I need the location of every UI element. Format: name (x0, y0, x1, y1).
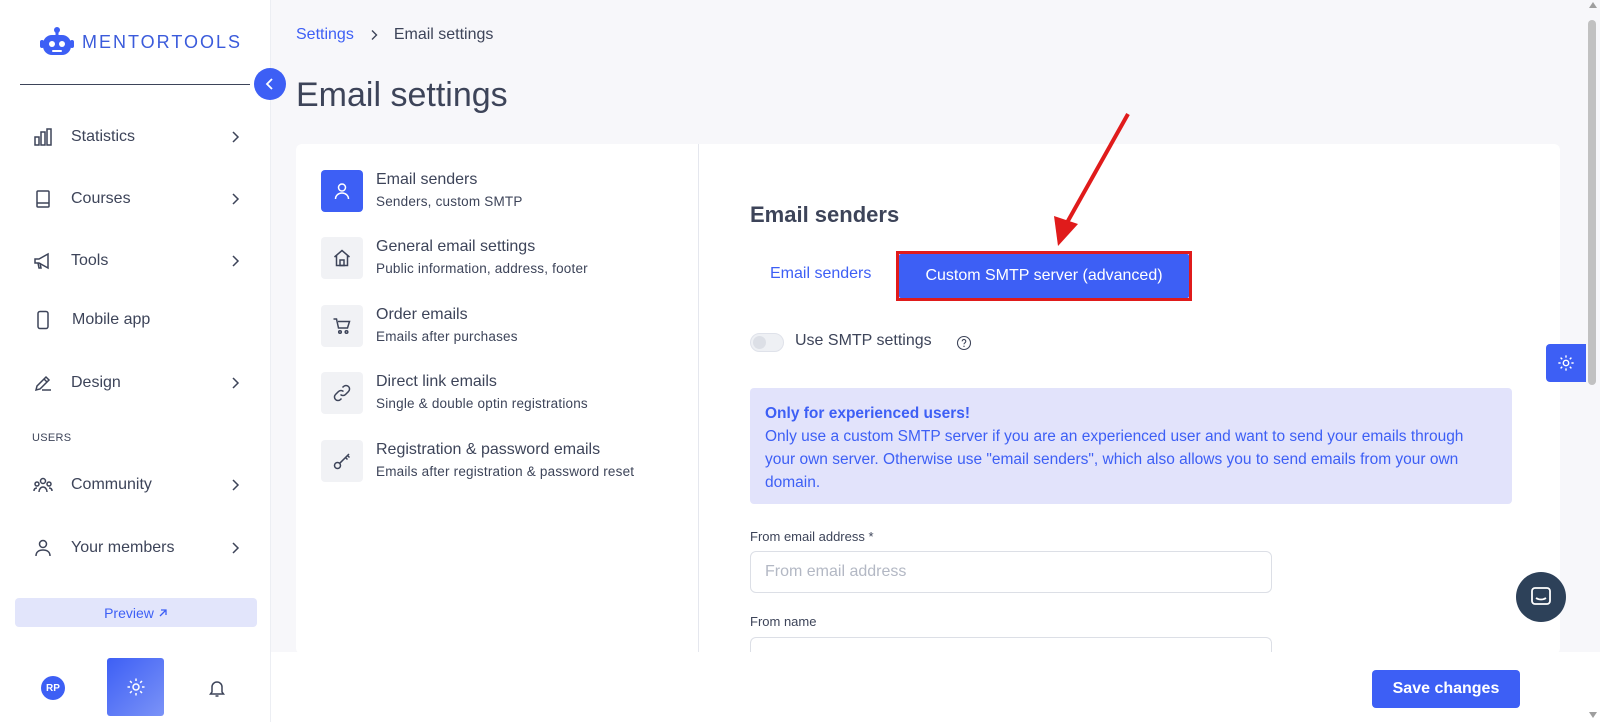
save-button[interactable]: Save changes (1372, 670, 1520, 708)
experienced-users-notice: Only for experienced users! Only use a c… (750, 388, 1512, 504)
avatar[interactable]: RP (41, 676, 65, 700)
sidebar-item-label: Statistics (71, 128, 136, 145)
gear-icon (127, 678, 144, 696)
help-icon[interactable] (956, 335, 972, 351)
settings-menu-general-email[interactable]: General email settings Public informatio… (321, 237, 691, 281)
sidebar-item-statistics[interactable]: Statistics (32, 121, 242, 153)
chevron-right-icon (232, 131, 240, 143)
settings-button[interactable] (107, 658, 164, 716)
link-icon (321, 372, 363, 414)
sidebar-item-community[interactable]: Community (32, 469, 242, 501)
chat-icon (1531, 587, 1551, 605)
notice-body: Only use a custom SMTP server if you are… (765, 428, 1464, 491)
floating-settings-button[interactable] (1546, 344, 1586, 382)
group-icon (32, 474, 54, 496)
sidebar-item-mobile-app[interactable]: Mobile app (32, 304, 242, 336)
tab-email-senders[interactable]: Email senders (770, 265, 871, 283)
chevron-left-icon (265, 78, 273, 90)
scroll-up-arrow[interactable] (1589, 2, 1597, 8)
scroll-down-arrow[interactable] (1589, 712, 1597, 718)
page-title: Email settings (296, 76, 508, 114)
pencil-icon (32, 372, 54, 394)
sidebar: MENTORTOOLS Statistics Courses Tools Mob… (0, 0, 271, 722)
menu-title: Order emails (376, 306, 468, 323)
scrollbar-thumb[interactable] (1588, 20, 1596, 385)
menu-subtitle: Public information, address, footer (376, 261, 588, 276)
panel-title: Email senders (750, 202, 900, 227)
bell-icon (209, 681, 225, 697)
menu-title: Direct link emails (376, 373, 497, 390)
annotation-arrow-icon (1054, 113, 1130, 246)
cart-icon (321, 305, 363, 347)
menu-subtitle: Emails after purchases (376, 329, 518, 344)
menu-subtitle: Single & double optin registrations (376, 396, 588, 411)
from-name-label: From name (750, 614, 817, 629)
gear-icon (1558, 355, 1574, 371)
smtp-toggle-label: Use SMTP settings (795, 332, 932, 349)
chevron-right-icon (232, 255, 240, 267)
settings-menu-direct-link-emails[interactable]: Direct link emails Single & double optin… (321, 372, 691, 416)
toggle-knob (753, 336, 766, 349)
key-icon (321, 440, 363, 482)
breadcrumb-current: Email settings (393, 26, 494, 43)
users-section-label: USERS (32, 432, 72, 444)
notifications-button[interactable] (205, 676, 229, 700)
menu-title: Email senders (376, 171, 478, 188)
brand-logo[interactable]: MENTORTOOLS (40, 25, 242, 59)
menu-subtitle: Emails after registration & password res… (376, 464, 635, 479)
brand-name: MENTORTOOLS (82, 31, 243, 52)
sidebar-collapse-button[interactable] (254, 68, 286, 100)
tab-custom-smtp[interactable]: Custom SMTP server (advanced) (899, 254, 1189, 298)
user-icon (321, 170, 363, 212)
menu-title: Registration & password emails (376, 441, 601, 458)
sidebar-item-label: Mobile app (72, 311, 151, 328)
sidebar-item-label: Your members (71, 539, 175, 556)
chevron-right-icon (232, 542, 240, 554)
chevron-right-icon (232, 377, 240, 389)
breadcrumb: Settings Email settings (296, 26, 493, 44)
chevron-right-icon (232, 193, 240, 205)
card-divider (698, 144, 699, 654)
sidebar-item-your-members[interactable]: Your members (32, 532, 242, 564)
sidebar-item-courses[interactable]: Courses (32, 183, 242, 215)
sidebar-item-label: Community (71, 476, 152, 493)
chevron-right-icon (232, 479, 240, 491)
home-icon (321, 237, 363, 279)
smtp-toggle[interactable] (750, 333, 784, 352)
menu-title: General email settings (376, 238, 536, 255)
from-email-field[interactable] (750, 551, 1272, 593)
sidebar-item-design[interactable]: Design (32, 367, 242, 399)
sidebar-item-label: Tools (71, 252, 109, 269)
from-email-label: From email address * (750, 529, 874, 544)
phone-icon (32, 309, 54, 331)
chat-launcher-button[interactable] (1516, 572, 1566, 622)
notice-title: Only for experienced users! (765, 405, 971, 422)
settings-menu-email-senders[interactable]: Email senders Senders, custom SMTP (321, 170, 691, 214)
megaphone-icon (32, 250, 54, 272)
user-icon (32, 537, 54, 559)
menu-subtitle: Senders, custom SMTP (376, 194, 523, 209)
sidebar-item-label: Courses (71, 190, 131, 207)
breadcrumb-settings-link[interactable]: Settings (296, 26, 354, 44)
preview-button[interactable]: Preview (15, 598, 257, 627)
external-link-icon (159, 608, 167, 616)
settings-menu-registration-password[interactable]: Registration & password emails Emails af… (321, 440, 691, 484)
chevron-right-icon (371, 30, 378, 40)
sidebar-item-tools[interactable]: Tools (32, 245, 242, 277)
bar-chart-icon (32, 126, 54, 148)
settings-menu-order-emails[interactable]: Order emails Emails after purchases (321, 305, 691, 349)
sidebar-divider (20, 84, 250, 85)
settings-card: Email senders Senders, custom SMTP Gener… (296, 144, 1560, 654)
preview-label: Preview (104, 604, 154, 621)
sidebar-item-label: Design (71, 374, 121, 391)
book-icon (32, 188, 54, 210)
robot-logo-icon (40, 27, 74, 55)
